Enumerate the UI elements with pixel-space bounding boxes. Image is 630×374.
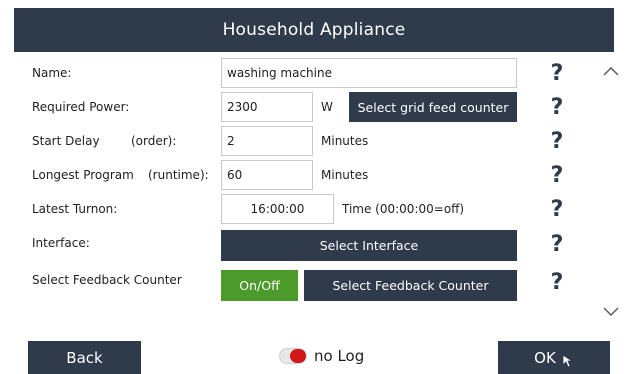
mouse-cursor-icon: [562, 353, 574, 368]
start-delay-sublabel: (order):: [131, 134, 177, 148]
longest-program-label: Longest Program: [32, 168, 134, 182]
required-power-label: Required Power:: [32, 100, 130, 114]
back-button[interactable]: Back: [28, 341, 141, 374]
help-icon-delay[interactable]: ?: [549, 129, 565, 154]
help-icon-program[interactable]: ?: [549, 163, 565, 188]
dialog-title: Household Appliance: [14, 8, 614, 52]
log-label: no Log: [314, 347, 365, 365]
ok-label: OK: [534, 348, 556, 367]
help-icon-turnon[interactable]: ?: [549, 197, 565, 222]
latest-turnon-label: Latest Turnon:: [32, 202, 118, 216]
name-label: Name:: [32, 66, 72, 80]
start-delay-label: Start Delay: [32, 134, 100, 148]
select-feedback-counter-button[interactable]: Select Feedback Counter: [304, 270, 517, 301]
help-icon-feedback[interactable]: ?: [549, 270, 565, 295]
feedback-counter-label: Select Feedback Counter: [32, 273, 182, 287]
on-off-button[interactable]: On/Off: [221, 270, 298, 301]
latest-turnon-field[interactable]: 16:00:00: [221, 194, 334, 224]
help-icon-name[interactable]: ?: [549, 61, 565, 86]
name-field[interactable]: washing machine: [221, 58, 517, 88]
start-delay-field[interactable]: 2: [221, 126, 313, 156]
longest-program-field[interactable]: 60: [221, 160, 313, 190]
longest-program-sublabel: (runtime):: [148, 168, 209, 182]
select-interface-button[interactable]: Select Interface: [221, 230, 517, 261]
help-icon-power[interactable]: ?: [549, 95, 565, 120]
chevron-down-icon[interactable]: [603, 306, 619, 318]
log-toggle[interactable]: [279, 348, 307, 364]
start-delay-unit: Minutes: [321, 134, 369, 148]
latest-turnon-hint: Time (00:00:00=off): [342, 202, 465, 216]
select-grid-feed-counter-button[interactable]: Select grid feed counter: [349, 92, 517, 122]
chevron-up-icon[interactable]: [603, 65, 619, 77]
required-power-field[interactable]: 2300: [221, 92, 313, 122]
longest-program-unit: Minutes: [321, 168, 369, 182]
help-icon-interface[interactable]: ?: [549, 232, 565, 257]
toggle-knob: [290, 349, 306, 363]
ok-button[interactable]: OK: [498, 341, 610, 374]
interface-label: Interface:: [32, 236, 90, 250]
power-unit: W: [321, 100, 333, 114]
